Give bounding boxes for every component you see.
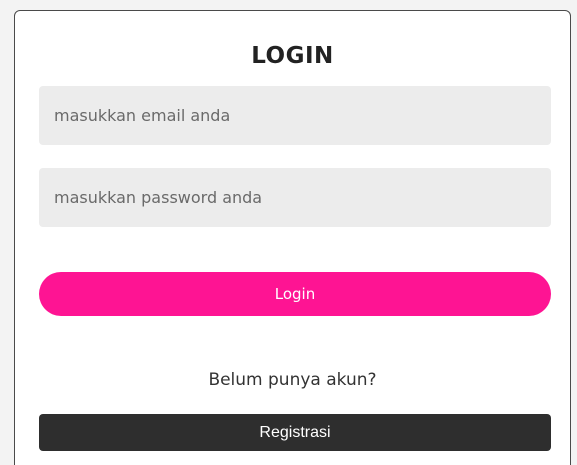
login-button[interactable]: Login	[39, 272, 551, 316]
register-button[interactable]: Registrasi	[39, 414, 551, 451]
no-account-text: Belum punya akun?	[208, 370, 377, 390]
page-title: LOGIN	[251, 43, 334, 69]
email-input[interactable]	[39, 86, 551, 145]
password-input[interactable]	[39, 168, 551, 227]
login-card: LOGIN Login Belum punya akun? Registrasi	[14, 10, 571, 465]
